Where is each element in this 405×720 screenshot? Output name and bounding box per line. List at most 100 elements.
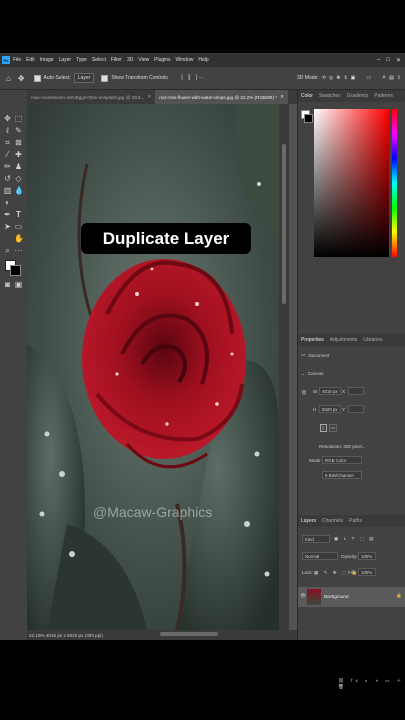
layer-filter-kind[interactable]: Kind <box>302 535 330 543</box>
clone-stamp-tool-icon[interactable]: ♟ <box>14 162 23 171</box>
hand-tool-icon[interactable]: ✋ <box>14 234 24 243</box>
tab-paths[interactable]: Paths <box>346 518 365 524</box>
align-right-icon[interactable]: ▕ <box>193 75 197 81</box>
align-center-icon[interactable]: ┃ <box>188 75 191 81</box>
hue-slider[interactable] <box>392 109 397 257</box>
brush-tool-icon[interactable]: ✏ <box>3 162 12 171</box>
orientation-landscape-icon[interactable]: ▭ <box>329 424 338 432</box>
auto-select-dropdown[interactable]: Layer <box>73 73 95 83</box>
menu-view[interactable]: View <box>138 57 149 63</box>
maximize-icon[interactable]: □ <box>386 57 390 64</box>
3d-orbit-icon[interactable]: ⟲ <box>322 75 326 81</box>
width-field[interactable]: 4016 px <box>319 387 341 395</box>
show-transform-checkbox[interactable] <box>101 74 109 82</box>
menu-edit[interactable]: Edit <box>26 57 35 63</box>
fill-field[interactable]: 100% <box>358 568 376 576</box>
menu-window[interactable]: Window <box>176 57 194 63</box>
eraser-tool-icon[interactable]: ◇ <box>14 174 23 183</box>
y-field[interactable] <box>348 405 364 413</box>
menu-file[interactable]: File <box>13 57 21 63</box>
background-swatch[interactable] <box>304 114 313 123</box>
menu-plugins[interactable]: Plugins <box>154 57 170 63</box>
menu-type[interactable]: Type <box>76 57 87 63</box>
video-icon[interactable]: ▭ <box>366 75 371 81</box>
share-icon[interactable]: ⇪ <box>397 75 401 81</box>
menu-help[interactable]: Help <box>198 57 208 63</box>
align-left-icon[interactable]: ▏ <box>182 75 186 81</box>
pen-tool-icon[interactable]: ✒ <box>3 210 12 219</box>
search-icon[interactable]: ⌕ <box>382 74 386 82</box>
healing-brush-tool-icon[interactable]: ✚ <box>14 150 23 159</box>
tab-channels[interactable]: Channels <box>319 518 346 524</box>
marquee-tool-icon[interactable]: ⬚ <box>14 114 23 123</box>
tab-layers[interactable]: Layers <box>298 518 319 524</box>
tab-adjustments[interactable]: Adjustments <box>327 337 361 343</box>
blend-mode-dropdown[interactable]: Normal <box>302 552 338 560</box>
workspace-icon[interactable]: ▤ <box>389 75 394 81</box>
frame-tool-icon[interactable]: ⊠ <box>14 138 23 147</box>
layer-row-background[interactable]: 👁 Background 🔒 <box>298 587 405 607</box>
3d-slide-icon[interactable]: ⇕ <box>343 75 347 81</box>
menu-filter[interactable]: Filter <box>111 57 122 63</box>
quick-select-tool-icon[interactable]: ✎ <box>14 126 23 135</box>
menu-image[interactable]: Image <box>40 57 54 63</box>
link-icon[interactable]: ⛓ <box>301 390 307 396</box>
blur-tool-icon[interactable]: 💧 <box>14 186 24 195</box>
height-field[interactable]: 5020 px <box>319 405 341 413</box>
3d-pan-icon[interactable]: ✥ <box>336 75 340 81</box>
close-icon[interactable]: ✕ <box>147 94 151 100</box>
zoom-tool-icon[interactable]: ⌕ <box>3 246 12 255</box>
move-tool-icon[interactable]: ✥ <box>3 114 12 123</box>
tab-libraries[interactable]: Libraries <box>360 337 385 343</box>
orientation-portrait-icon[interactable]: ▯ <box>320 424 327 432</box>
vertical-scrollbar[interactable] <box>279 104 289 630</box>
path-select-tool-icon[interactable]: ➤ <box>3 222 12 231</box>
gradient-tool-icon[interactable]: ▥ <box>3 186 12 195</box>
close-icon[interactable]: ✕ <box>280 94 284 100</box>
color-picker-field[interactable] <box>314 109 389 257</box>
opacity-field[interactable]: 100% <box>358 552 376 560</box>
tab-swatches[interactable]: Swatches <box>316 93 344 99</box>
horizontal-scrollbar[interactable] <box>160 632 218 636</box>
history-brush-tool-icon[interactable]: ↺ <box>3 174 12 183</box>
move-tool-icon[interactable]: ✥ <box>18 74 25 83</box>
dodge-tool-icon[interactable]: ◐ <box>3 198 12 207</box>
crop-tool-icon[interactable]: ⌗ <box>3 138 12 147</box>
menu-3d[interactable]: 3D <box>127 57 133 63</box>
screen-mode-icon[interactable]: ▣ <box>14 280 23 289</box>
document-label: Document <box>308 352 330 358</box>
quick-mask-icon[interactable]: ◙ <box>3 280 12 289</box>
auto-select-checkbox[interactable] <box>33 74 41 82</box>
tab-document-1[interactable]: max-muselmann-oWvBggeVlDw-unsplash.jpg @… <box>27 90 155 104</box>
x-field[interactable] <box>348 387 364 395</box>
menu-layer[interactable]: Layer <box>59 57 72 63</box>
tab-gradients[interactable]: Gradients <box>344 93 372 99</box>
bit-depth-dropdown[interactable]: 8 Bits/Channel <box>322 471 362 479</box>
mode-dropdown[interactable]: RGB Color <box>322 456 362 464</box>
3d-mode-label: 3D Mode: <box>297 75 319 81</box>
minimize-icon[interactable]: – <box>377 57 380 64</box>
tab-color[interactable]: Color <box>298 93 316 99</box>
eyedropper-tool-icon[interactable]: ⁄ <box>3 150 12 159</box>
type-tool-icon[interactable]: T <box>14 210 23 219</box>
lasso-tool-icon[interactable]: ℓ <box>3 126 12 135</box>
layer-name[interactable]: Background <box>324 594 349 599</box>
3d-roll-icon[interactable]: ◎ <box>329 75 333 81</box>
tab-document-2[interactable]: red-rose-flower-with-water-drops.jpg @ 2… <box>155 90 288 104</box>
eye-icon[interactable]: 👁 <box>300 593 306 599</box>
scrollbar-thumb[interactable] <box>282 144 286 304</box>
tab-patterns[interactable]: Patterns <box>371 93 396 99</box>
more-tools-icon[interactable]: ··· <box>14 246 23 255</box>
layers-panel: Layers Channels Paths Kind ▣ ◐ T ⬚ ▤ Nor… <box>298 515 405 689</box>
tab-properties[interactable]: Properties <box>298 337 327 343</box>
more-options-icon[interactable]: ··· <box>198 75 203 81</box>
canvas-section-header[interactable]: ⌄ Canvas <box>301 371 323 377</box>
3d-scale-icon[interactable]: ▣ <box>351 75 356 81</box>
close-icon[interactable]: ✕ <box>396 57 401 64</box>
document-canvas[interactable]: Duplicate Layer @Macaw-Graphics <box>27 104 279 630</box>
home-icon[interactable]: ⌂ <box>6 74 11 83</box>
tools-panel: ✥ ⬚ ℓ ✎ ⌗ ⊠ ⁄ ✚ ✏ ♟ ↺ ◇ ▥ 💧 ◐ ✒ T ➤ ▭ ✋ … <box>0 90 28 640</box>
menu-select[interactable]: Select <box>92 57 106 63</box>
rectangle-tool-icon[interactable]: ▭ <box>14 222 23 231</box>
background-color-swatch[interactable] <box>10 265 21 276</box>
